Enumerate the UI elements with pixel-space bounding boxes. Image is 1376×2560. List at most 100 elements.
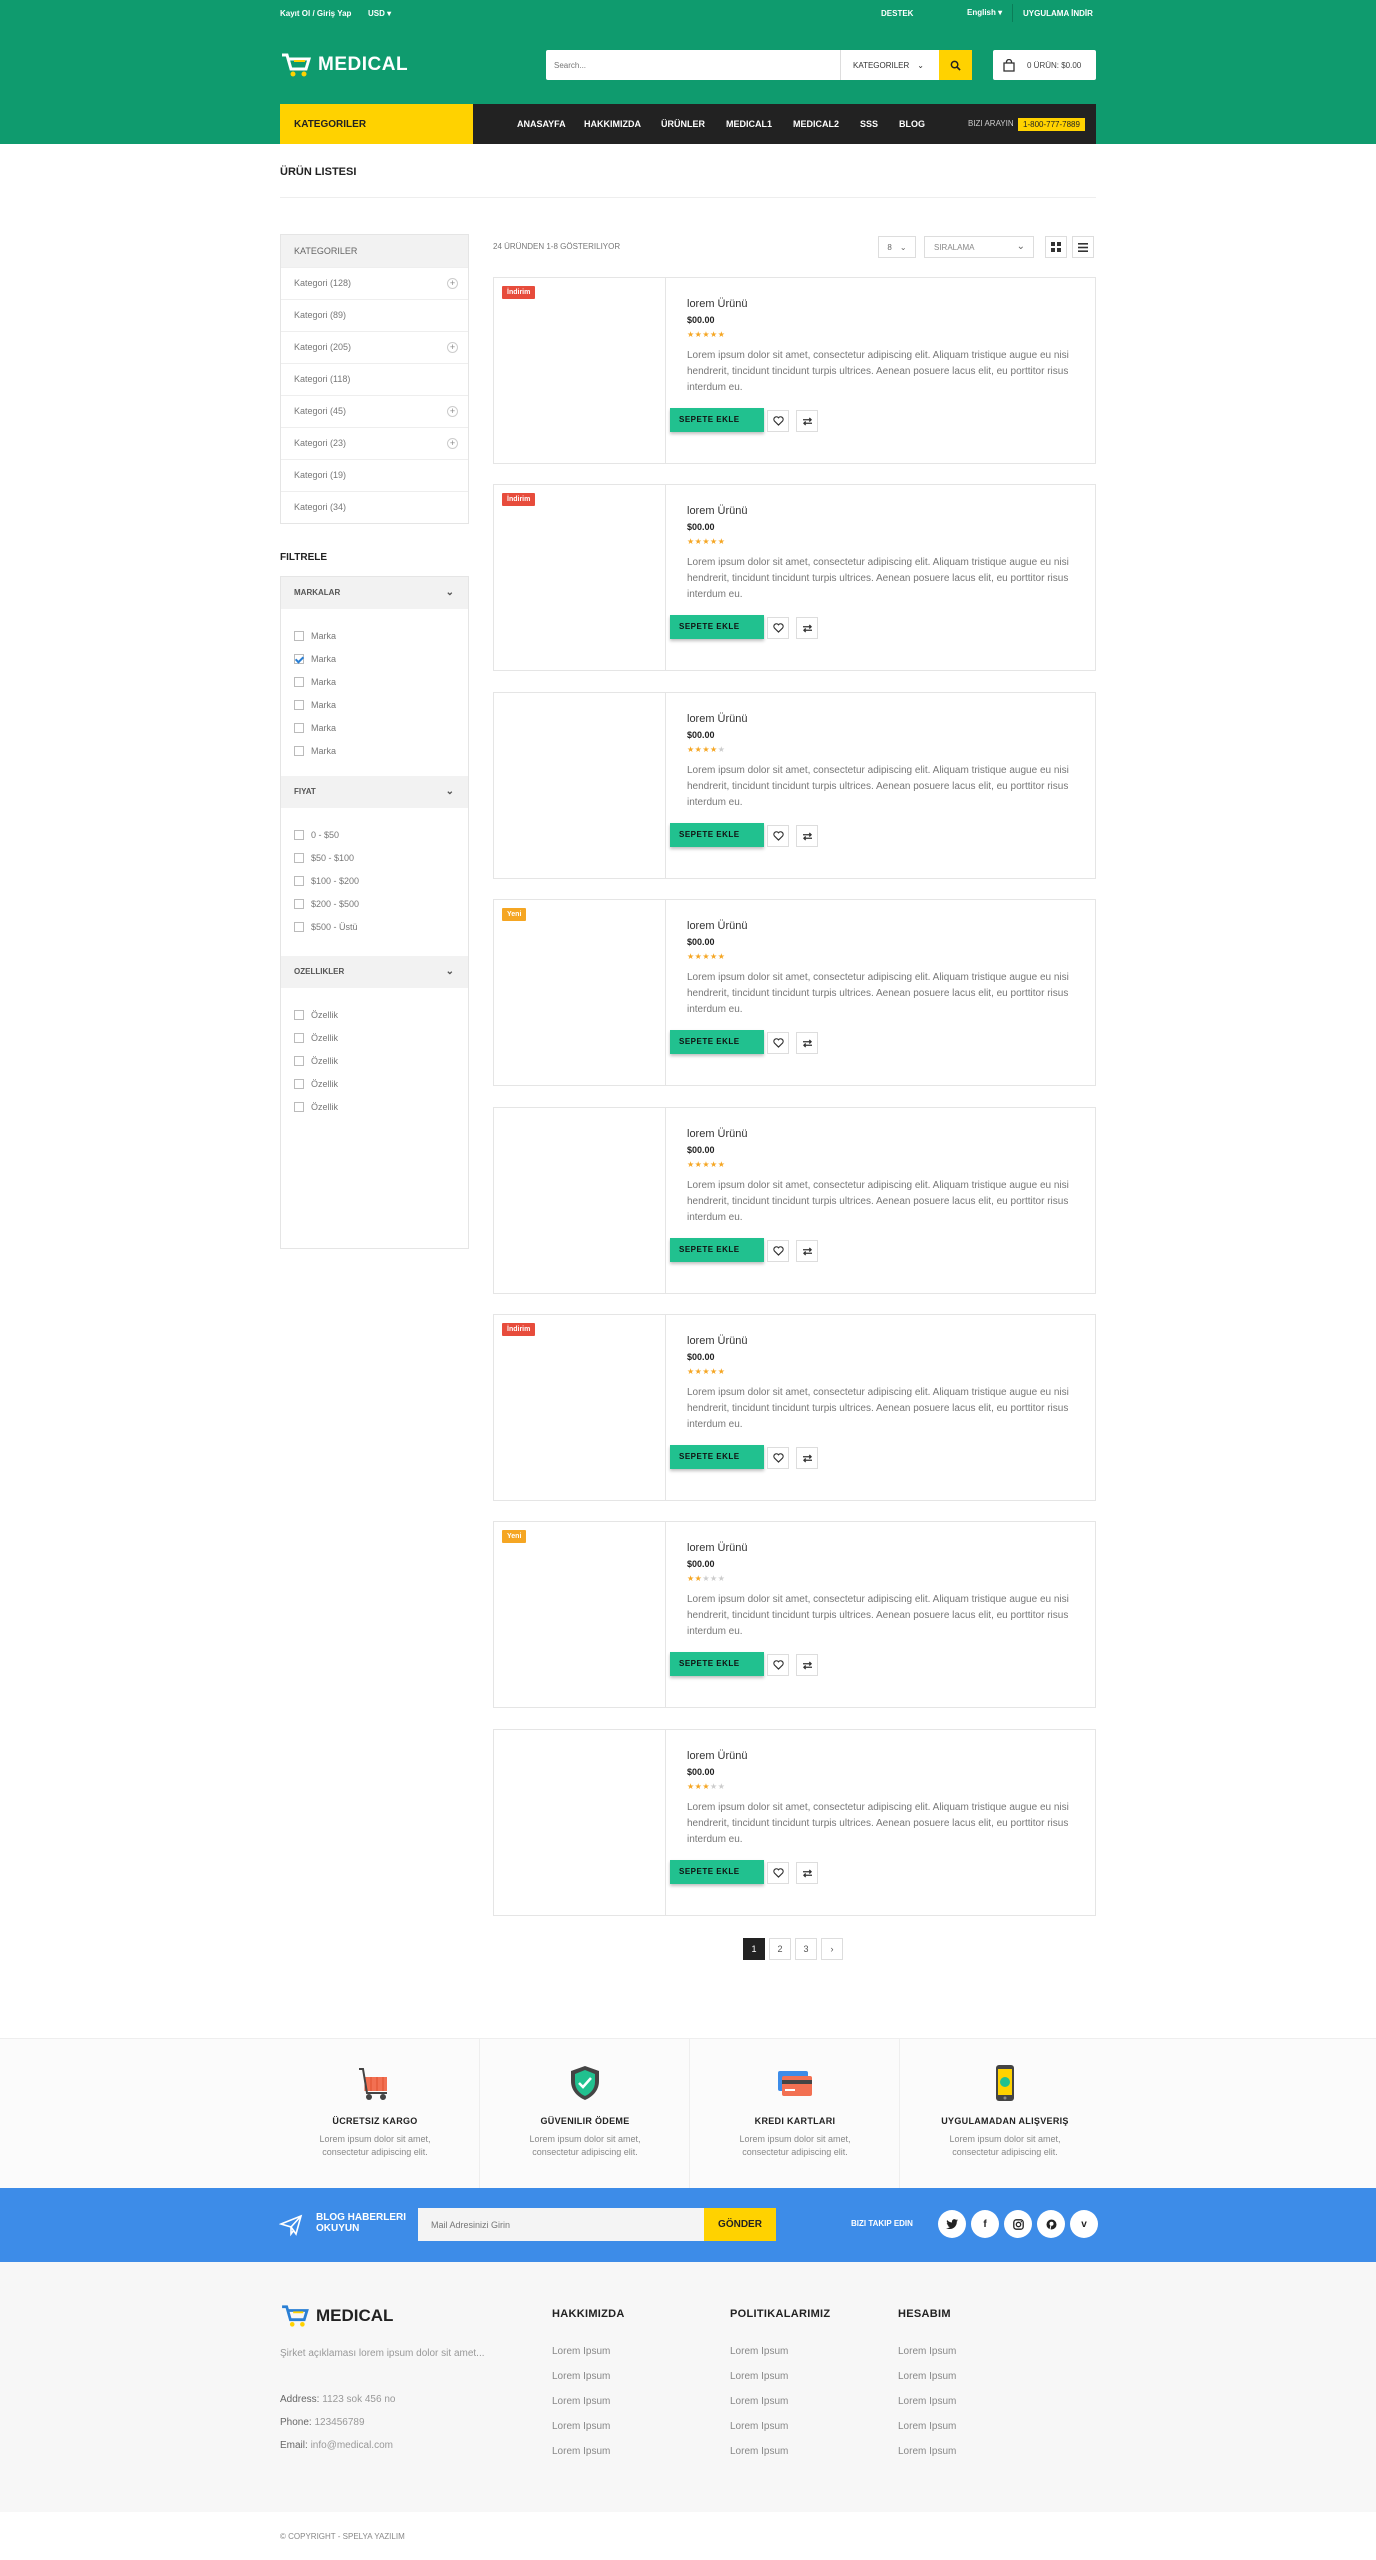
compare-button[interactable] [796,1032,818,1054]
price-option[interactable]: $500 - Üstü [294,921,358,933]
wishlist-button[interactable] [767,1447,789,1469]
product-name[interactable]: lorem Ürünü [687,713,748,725]
cart-button[interactable]: 0 ÜRÜN: $0.00 [993,50,1096,80]
currency-select[interactable]: USD ▾ [368,9,391,18]
wishlist-button[interactable] [767,1654,789,1676]
add-to-cart-button[interactable]: SEPETE EKLE [670,408,764,432]
checkbox[interactable] [294,1033,304,1043]
per-page-select[interactable]: 8 ⌄ [878,236,916,258]
nav-item-medical1[interactable]: MEDICAL1 [726,104,772,144]
compare-button[interactable] [796,1862,818,1884]
product-name[interactable]: lorem Ürünü [687,920,748,932]
vimeo-icon[interactable]: v [1070,2210,1098,2238]
checkbox[interactable] [294,853,304,863]
search-input[interactable] [554,50,854,80]
category-item[interactable]: Kategori (19) [281,459,468,491]
add-to-cart-button[interactable]: SEPETE EKLE [670,1860,764,1884]
next-page-button[interactable]: › [821,1938,843,1960]
footer-link[interactable]: Lorem Ipsum [730,2371,788,2382]
product-image[interactable]: İndirim [494,1315,666,1500]
product-image[interactable] [494,693,666,878]
brand-option[interactable]: Marka [294,630,336,642]
nav-item-home[interactable]: ANASAYFA [517,104,566,144]
checkbox[interactable] [294,677,304,687]
search-category-select[interactable]: KATEGORILER ⌄ [840,50,936,80]
email-value[interactable]: info@medical.com [311,2440,393,2451]
feature-option[interactable]: Özellik [294,1101,338,1113]
checkbox[interactable] [294,700,304,710]
checkbox[interactable] [294,1010,304,1020]
compare-button[interactable] [796,825,818,847]
checkbox[interactable] [294,631,304,641]
footer-link[interactable]: Lorem Ipsum [730,2446,788,2457]
add-to-cart-button[interactable]: SEPETE EKLE [670,1030,764,1054]
brand-option[interactable]: Marka [294,699,336,711]
price-filter-header[interactable]: FIYAT ⌄ [281,776,468,808]
add-to-cart-button[interactable]: SEPETE EKLE [670,1238,764,1262]
category-item[interactable]: Kategori (45) + [281,395,468,427]
product-image[interactable]: İndirim [494,485,666,670]
nav-item-blog[interactable]: BLOG [899,104,925,144]
search-button[interactable] [939,50,972,80]
footer-link[interactable]: Lorem Ipsum [552,2446,610,2457]
plus-icon[interactable]: + [447,278,458,289]
page-button[interactable]: 2 [769,1938,791,1960]
price-option[interactable]: $50 - $100 [294,852,354,864]
product-image[interactable]: Yeni [494,1522,666,1707]
logo[interactable]: MEDICAL [280,52,408,78]
categories-menu-button[interactable]: KATEGORILER [280,104,473,144]
footer-link[interactable]: Lorem Ipsum [898,2371,956,2382]
plus-icon[interactable]: + [447,438,458,449]
page-button[interactable]: 1 [743,1938,765,1960]
wishlist-button[interactable] [767,1032,789,1054]
wishlist-button[interactable] [767,617,789,639]
product-image[interactable] [494,1108,666,1293]
instagram-icon[interactable] [1004,2210,1032,2238]
category-item[interactable]: Kategori (89) [281,299,468,331]
category-item[interactable]: Kategori (118) [281,363,468,395]
footer-link[interactable]: Lorem Ipsum [552,2346,610,2357]
wishlist-button[interactable] [767,825,789,847]
nav-item-medical2[interactable]: MEDICAL2 [793,104,839,144]
price-option[interactable]: $100 - $200 [294,875,359,887]
wishlist-button[interactable] [767,1240,789,1262]
nav-item-products[interactable]: ÜRÜNLER [661,104,705,144]
checkbox[interactable] [294,654,304,664]
plus-icon[interactable]: + [447,342,458,353]
login-link[interactable]: Kayıt Ol / Giriş Yap [280,9,351,18]
product-name[interactable]: lorem Ürünü [687,1335,748,1347]
category-item[interactable]: Kategori (128) + [281,267,468,299]
nav-item-about[interactable]: HAKKIMIZDA [584,104,641,144]
footer-link[interactable]: Lorem Ipsum [898,2421,956,2432]
footer-link[interactable]: Lorem Ipsum [552,2396,610,2407]
checkbox[interactable] [294,830,304,840]
add-to-cart-button[interactable]: SEPETE EKLE [670,1445,764,1469]
checkbox[interactable] [294,899,304,909]
newsletter-email-input[interactable] [418,2208,704,2241]
footer-link[interactable]: Lorem Ipsum [730,2421,788,2432]
app-download-link[interactable]: UYGULAMA İNDİR [1023,9,1093,18]
add-to-cart-button[interactable]: SEPETE EKLE [670,823,764,847]
product-name[interactable]: lorem Ürünü [687,505,748,517]
checkbox[interactable] [294,723,304,733]
checkbox[interactable] [294,1056,304,1066]
wishlist-button[interactable] [767,1862,789,1884]
category-item[interactable]: Kategori (205) + [281,331,468,363]
checkbox[interactable] [294,1102,304,1112]
facebook-icon[interactable]: f [971,2210,999,2238]
list-view-button[interactable] [1072,236,1094,258]
brands-filter-header[interactable]: MARKALAR ⌄ [281,577,468,609]
footer-link[interactable]: Lorem Ipsum [552,2371,610,2382]
checkbox[interactable] [294,922,304,932]
twitter-icon[interactable] [938,2210,966,2238]
compare-button[interactable] [796,1447,818,1469]
page-button[interactable]: 3 [795,1938,817,1960]
newsletter-submit-button[interactable]: GÖNDER [704,2208,776,2241]
brand-option[interactable]: Marka [294,676,336,688]
footer-link[interactable]: Lorem Ipsum [898,2396,956,2407]
category-item[interactable]: Kategori (23) + [281,427,468,459]
footer-link[interactable]: Lorem Ipsum [898,2346,956,2357]
product-image[interactable] [494,1730,666,1915]
checkbox[interactable] [294,746,304,756]
brand-option[interactable]: Marka [294,653,336,665]
